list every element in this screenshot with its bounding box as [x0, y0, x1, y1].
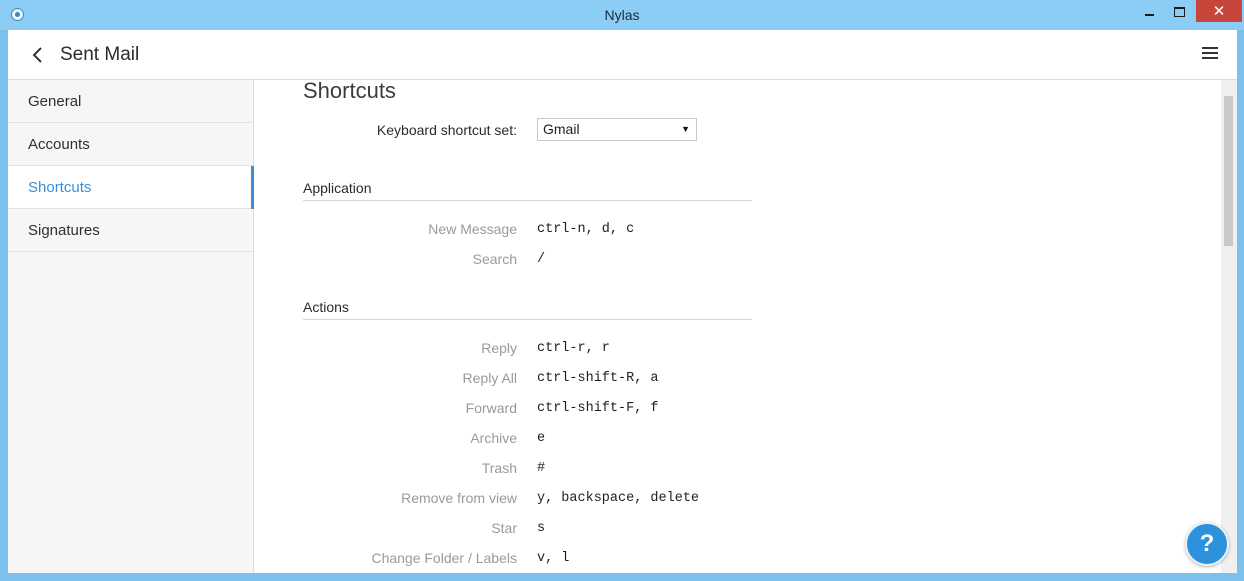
sidebar-item-shortcuts[interactable]: Shortcuts — [8, 166, 254, 209]
shortcut-label: Search — [472, 251, 517, 267]
shortcut-label: Reply — [481, 340, 517, 356]
close-button[interactable]: ✕ — [1196, 0, 1242, 22]
shortcut-label: Change Folder / Labels — [371, 550, 517, 566]
minimize-icon — [1144, 14, 1154, 16]
chevron-left-icon — [32, 47, 42, 63]
shortcuts-panel: Shortcuts Keyboard shortcut set: Gmail ▼… — [254, 80, 1221, 573]
shortcut-keys: ctrl-shift-R, a — [537, 371, 659, 386]
window-titlebar: Nylas ✕ — [0, 0, 1244, 30]
sidebar-item-label: Shortcuts — [28, 178, 92, 196]
sidebar-item-general[interactable]: General — [8, 80, 253, 123]
shortcut-label: New Message — [428, 221, 517, 237]
shortcut-label: Remove from view — [401, 490, 517, 506]
sidebar-item-signatures[interactable]: Signatures — [8, 209, 253, 252]
group-title-actions: Actions — [303, 299, 752, 320]
dropdown-arrow-icon: ▼ — [681, 124, 690, 134]
maximize-button[interactable] — [1165, 2, 1193, 22]
shortcut-keys: # — [537, 461, 546, 476]
scrollbar-thumb[interactable] — [1224, 96, 1233, 246]
shortcut-keys: y, backspace, delete — [537, 491, 700, 506]
group-title-application: Application — [303, 180, 752, 201]
sidebar-item-accounts[interactable]: Accounts — [8, 123, 253, 166]
shortcut-label: Forward — [465, 400, 517, 416]
shortcut-label: Trash — [481, 460, 517, 476]
window-title: Nylas — [604, 7, 640, 23]
shortcut-set-select[interactable]: Gmail ▼ — [537, 118, 697, 141]
sidebar-item-label: General — [28, 92, 82, 110]
page-title: Sent Mail — [60, 44, 140, 65]
sidebar-item-label: Signatures — [28, 221, 100, 239]
shortcut-keys: / — [537, 252, 546, 267]
shortcut-keys: ctrl-n, d, c — [537, 222, 635, 237]
shortcut-keys: v, l — [537, 551, 570, 566]
maximize-icon — [1173, 7, 1185, 17]
help-button[interactable]: ? — [1185, 522, 1229, 566]
section-heading: Shortcuts — [303, 80, 396, 103]
menu-button[interactable] — [1202, 47, 1218, 61]
shortcut-set-value: Gmail — [543, 121, 580, 137]
app-window: Sent Mail General Accounts Shortcuts Sig… — [8, 30, 1237, 573]
shortcut-label: Archive — [470, 430, 517, 446]
preferences-sidebar: General Accounts Shortcuts Signatures — [8, 80, 254, 573]
back-button[interactable] — [30, 45, 46, 65]
hamburger-menu-icon — [1202, 47, 1218, 49]
sidebar-item-label: Accounts — [28, 135, 90, 153]
vertical-scrollbar[interactable] — [1221, 80, 1237, 573]
shortcut-label: Reply All — [462, 370, 517, 386]
shortcut-set-label: Keyboard shortcut set: — [376, 122, 517, 138]
shortcut-keys: s — [537, 521, 546, 536]
shortcut-keys: ctrl-r, r — [537, 341, 610, 356]
shortcut-keys: ctrl-shift-F, f — [537, 401, 659, 416]
minimize-button[interactable] — [1135, 2, 1163, 22]
close-icon: ✕ — [1212, 3, 1226, 20]
shortcut-label: Star — [491, 520, 517, 536]
shortcut-keys: e — [537, 431, 546, 446]
toolbar: Sent Mail — [8, 30, 1237, 80]
